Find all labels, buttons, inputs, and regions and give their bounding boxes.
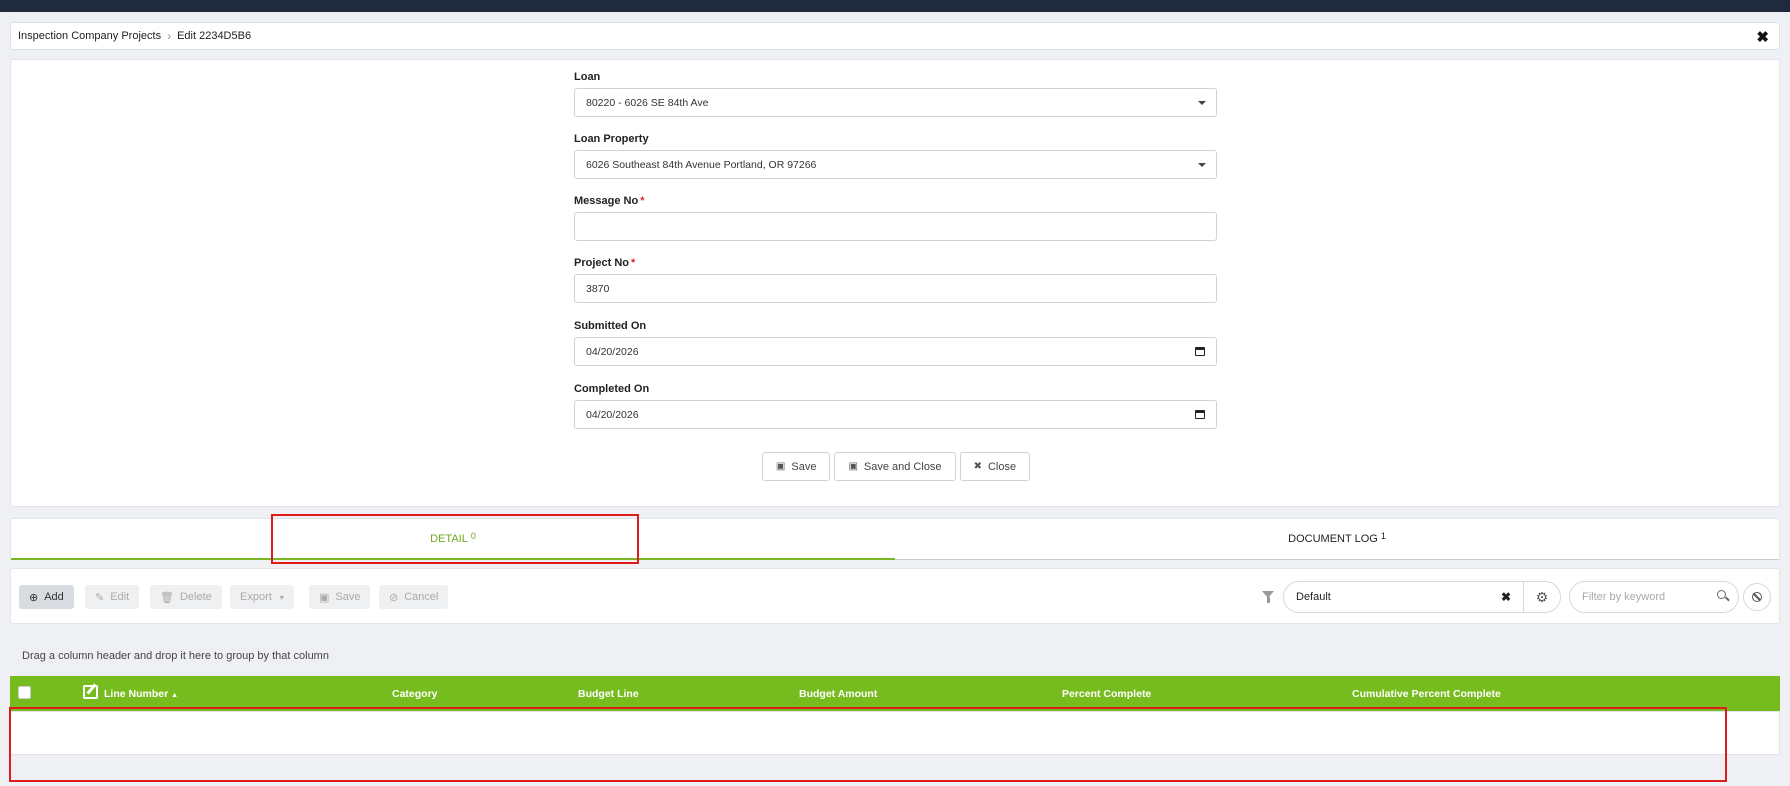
save-and-close-button[interactable]: ▣ Save and Close [834,452,956,481]
close-button-label: Close [987,460,1017,473]
calendar-icon[interactable] [1195,347,1205,356]
edit-form-panel: Loan 80220 - 6026 SE 84th Ave Loan Prope… [10,59,1780,507]
loan-property-label: Loan Property [574,133,649,145]
close-icon: ✖ [973,461,982,472]
column-header-category[interactable]: Category [392,688,438,700]
grid-toolbar: ⊕ Add ✎ Edit 🗑 Delete Export ▾ ▣ Save ⊘ … [10,568,1780,624]
select-all-checkbox[interactable] [18,686,31,699]
tab-detail[interactable]: DETAIL 0 [11,519,895,560]
tab-document-log-label: DOCUMENT LOG [1288,533,1378,545]
calendar-icon[interactable] [1195,410,1205,419]
group-by-hint: Drag a column header and drop it here to… [22,650,329,662]
column-header-budget-line[interactable]: Budget Line [578,688,639,700]
column-header-cumulative-percent-complete[interactable]: Cumulative Percent Complete [1352,688,1501,700]
floppy-disk-icon: ▣ [775,461,786,472]
message-no-input[interactable] [574,212,1217,241]
add-button-label: Add [44,591,64,603]
loan-select-value: 80220 - 6026 SE 84th Ave [586,96,709,109]
grid-cancel-button-label: Cancel [404,591,439,603]
trash-icon: 🗑 [160,591,174,604]
submitted-on-field: Submitted On 04/20/2026 [574,320,1217,366]
save-and-close-button-label: Save and Close [863,460,942,473]
clear-filter-icon[interactable]: ✖ [1501,590,1511,604]
completed-on-field: Completed On 04/20/2026 [574,383,1217,429]
save-button[interactable]: ▣ Save [761,452,831,481]
floppy-disk-icon: ▣ [848,461,858,472]
top-nav-bar [0,0,1790,12]
completed-on-label: Completed On [574,383,650,395]
plus-circle-icon: ⊕ [29,591,39,604]
keyword-search-input[interactable]: Filter by keyword [1569,581,1739,613]
column-header-budget-amount[interactable]: Budget Amount [799,688,877,700]
submitted-on-label: Submitted On [574,320,647,332]
keyword-search-placeholder: Filter by keyword [1582,591,1666,603]
sort-asc-icon: ▲ [171,692,179,699]
chevron-down-icon [1198,101,1206,105]
tab-detail-label: DETAIL [430,532,468,545]
edit-column-icon [83,685,98,699]
project-no-label: Project No * [574,257,636,269]
tab-document-log-count: 1 [1380,531,1386,541]
completed-on-date-input[interactable]: 04/20/2026 [574,400,1217,429]
export-button[interactable]: Export ▾ [230,585,294,609]
grid-body-empty [10,711,1780,755]
search-icon[interactable] [1717,590,1726,599]
delete-button[interactable]: 🗑 Delete [150,585,222,609]
completed-on-value: 04/20/2026 [586,408,639,421]
submitted-on-date-input[interactable]: 04/20/2026 [574,337,1217,366]
loan-label: Loan [574,71,601,83]
view-filter-select[interactable]: Default ✖ [1283,581,1524,613]
project-no-input[interactable]: 3870 [574,274,1217,303]
loan-select[interactable]: 80220 - 6026 SE 84th Ave [574,88,1217,117]
breadcrumb-current: Edit 2234D5B6 [177,30,252,42]
project-no-input-value: 3870 [586,282,610,295]
project-no-field: Project No * 3870 [574,257,1217,303]
loan-property-select-value: 6026 Southeast 84th Avenue Portland, OR … [586,158,817,171]
chevron-down-icon: ▾ [279,592,284,602]
submitted-on-value: 04/20/2026 [586,345,639,358]
edit-button[interactable]: ✎ Edit [85,585,140,609]
loan-property-field: Loan Property 6026 Southeast 84th Avenue… [574,133,1217,179]
grid-save-button-label: Save [335,591,361,603]
ban-icon: ⊘ [389,591,399,604]
gear-icon[interactable]: ⚙ [1523,581,1561,613]
grid-cancel-button[interactable]: ⊘ Cancel [379,585,449,609]
tab-document-log[interactable]: DOCUMENT LOG 1 [895,519,1779,560]
message-no-field: Message No * [574,195,1217,241]
column-header-percent-complete[interactable]: Percent Complete [1062,688,1151,700]
close-button[interactable]: ✖ Close [959,452,1031,481]
loan-field: Loan 80220 - 6026 SE 84th Ave [574,71,1217,117]
floppy-disk-icon: ▣ [319,591,330,604]
tab-strip: DETAIL 0 DOCUMENT LOG 1 [10,518,1780,560]
export-button-label: Export [240,591,272,603]
chevron-down-icon [1198,163,1206,167]
column-header-line-number[interactable]: Line Number ▲ [104,688,178,700]
save-button-label: Save [791,460,817,473]
form-button-row: ▣ Save ▣ Save and Close ✖ Close [11,452,1781,481]
breadcrumb-parent-link[interactable]: Inspection Company Projects [18,30,161,42]
add-button[interactable]: ⊕ Add [19,585,74,609]
view-filter-value: Default [1296,591,1331,603]
required-mark: * [640,195,645,207]
tab-detail-count: 0 [470,530,476,541]
ban-icon [1752,592,1762,602]
delete-button-label: Delete [179,591,212,603]
edit-button-label: Edit [110,591,130,603]
clear-search-button[interactable] [1743,583,1771,611]
required-mark: * [631,257,636,269]
message-no-label: Message No * [574,195,645,207]
breadcrumb-chevron-icon: › [167,29,172,43]
grid-header-row: Line Number ▲ Category Budget Line Budge… [10,676,1780,711]
filter-funnel-icon[interactable] [1262,591,1274,603]
edit-icon: ✎ [95,591,105,604]
loan-property-select[interactable]: 6026 Southeast 84th Avenue Portland, OR … [574,150,1217,179]
close-icon[interactable]: ✖ [1756,28,1769,46]
grid-save-button[interactable]: ▣ Save [309,585,371,609]
breadcrumb: Inspection Company Projects › Edit 2234D… [10,22,1780,50]
